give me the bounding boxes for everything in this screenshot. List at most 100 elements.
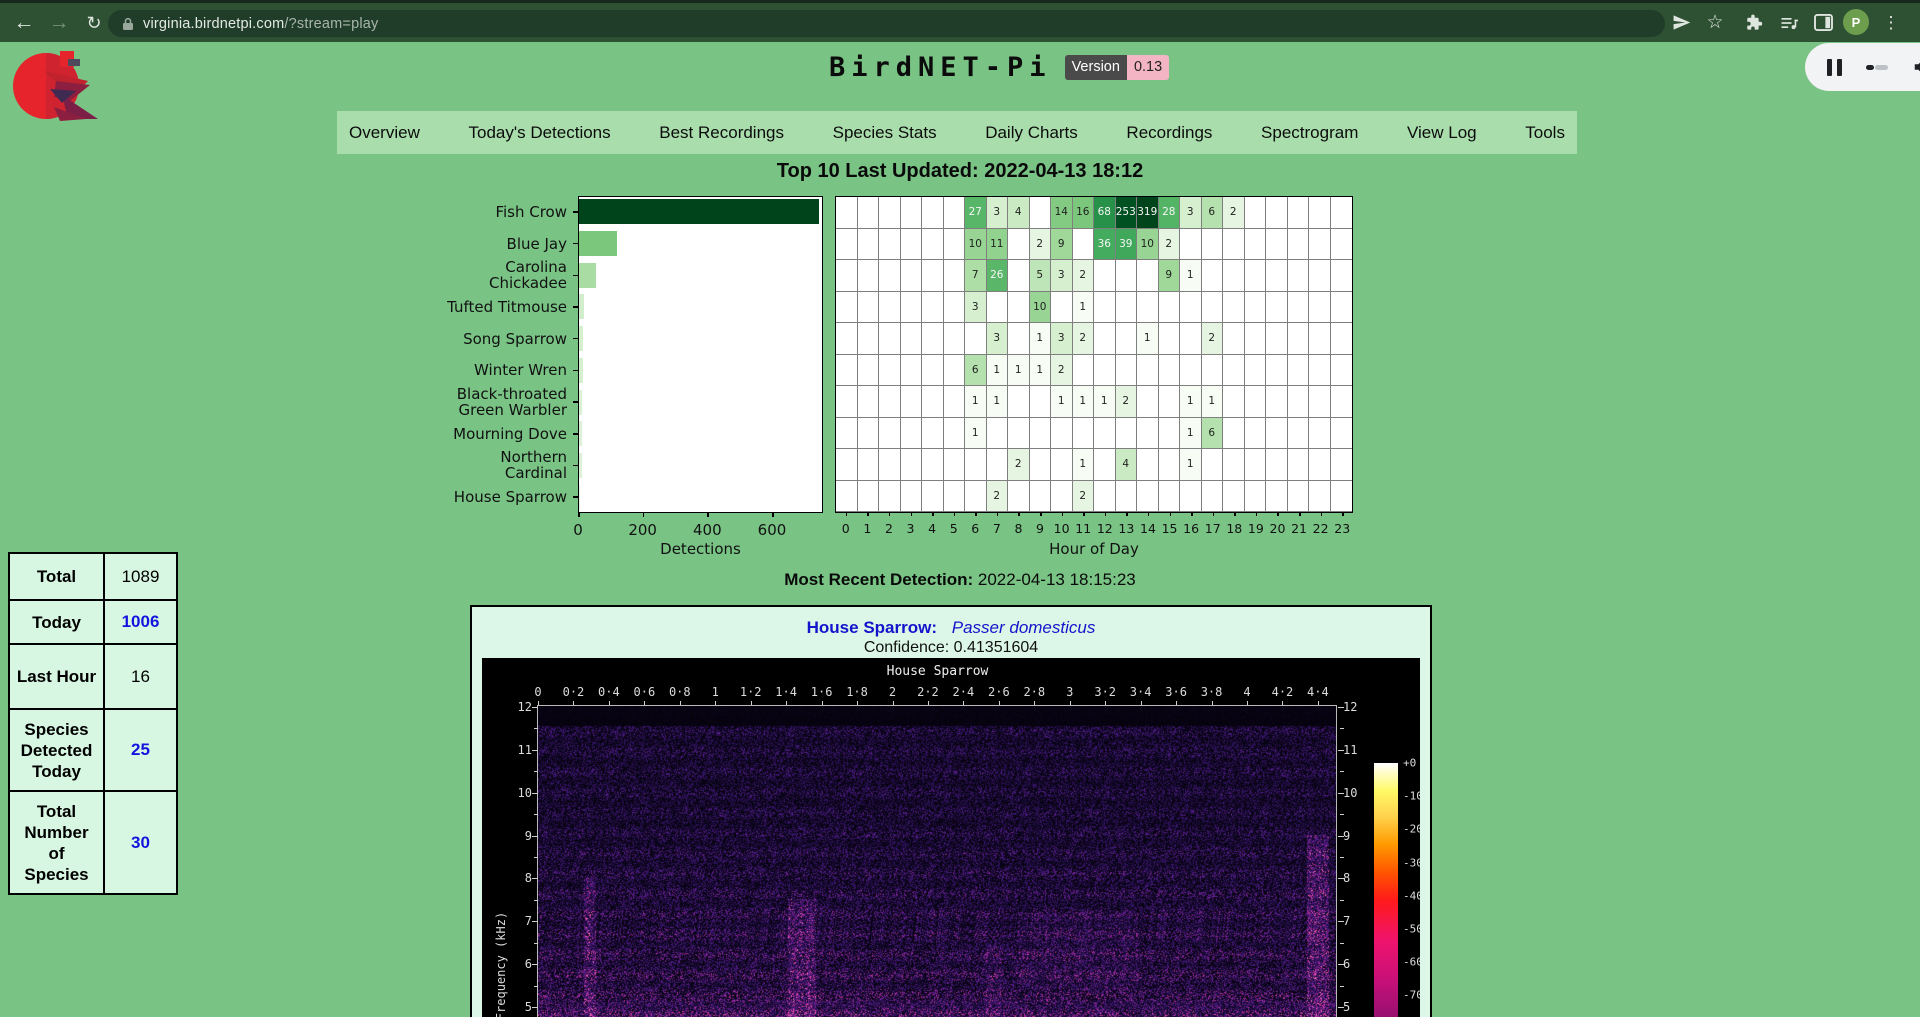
nav-item-species-stats[interactable]: Species Stats xyxy=(833,123,937,143)
spectrogram-y-tick xyxy=(532,836,538,837)
heatmap-cell xyxy=(1331,449,1353,481)
heatmap-cell xyxy=(836,229,858,261)
hour-axis-tick xyxy=(1256,513,1258,516)
heatmap-cell xyxy=(1223,229,1245,261)
species-label: Black-throatedGreen Warbler xyxy=(457,386,567,418)
nav-item-best-recordings[interactable]: Best Recordings xyxy=(659,123,784,143)
spectrogram-x-tick xyxy=(1176,701,1177,705)
bar-axis-tick-label: 200 xyxy=(628,521,657,539)
heatmap-cell xyxy=(944,229,966,261)
forward-button[interactable]: → xyxy=(43,3,75,42)
heatmap-cell xyxy=(1073,418,1095,450)
heatmap-cell xyxy=(1223,292,1245,324)
heatmap-cell xyxy=(922,197,944,229)
spectrogram-y-tick xyxy=(532,921,538,922)
bookmark-star-icon[interactable]: ☆ xyxy=(1700,3,1730,42)
nav-item-tools[interactable]: Tools xyxy=(1525,123,1565,143)
hour-axis-tick-label: 1 xyxy=(863,521,871,536)
hour-axis-tick xyxy=(954,513,956,516)
heatmap-cell xyxy=(858,418,880,450)
heatmap-cell xyxy=(1159,323,1181,355)
detection-scientific-name-link[interactable]: Passer domesticus xyxy=(952,618,1096,637)
heatmap-cell: 1 xyxy=(1094,386,1116,418)
heatmap-cell xyxy=(1116,355,1138,387)
heatmap-cell xyxy=(1094,449,1116,481)
heatmap-cell xyxy=(1030,449,1052,481)
heatmap-cell xyxy=(1094,355,1116,387)
spectrogram-y-tick-label: 8 xyxy=(1343,871,1375,885)
heatmap-cell xyxy=(858,355,880,387)
nav-item-recordings[interactable]: Recordings xyxy=(1126,123,1212,143)
stats-value[interactable]: 30 xyxy=(105,792,176,893)
species-label: Blue Jay xyxy=(507,236,567,252)
share-icon[interactable] xyxy=(1666,3,1696,42)
spectrogram-y-minortick xyxy=(534,986,538,987)
stats-value[interactable]: 25 xyxy=(105,710,176,790)
heatmap-cell xyxy=(1266,481,1288,513)
hour-axis-tick xyxy=(1213,513,1215,516)
hour-axis-tick-label: 19 xyxy=(1248,521,1264,536)
heatmap-cell: 2 xyxy=(1116,386,1138,418)
hour-axis-tick xyxy=(1040,513,1042,516)
nav-item-overview[interactable]: Overview xyxy=(349,123,420,143)
heatmap-cell xyxy=(858,449,880,481)
bar-axis-tick-label: 400 xyxy=(693,521,722,539)
hour-axis-tick xyxy=(867,513,869,516)
heatmap-cell: 3 xyxy=(1051,260,1073,292)
heatmap-cell xyxy=(1266,323,1288,355)
volume-icon[interactable] xyxy=(1912,56,1920,78)
heatmap-cell: 10 xyxy=(1030,292,1052,324)
hour-axis-tick-label: 5 xyxy=(950,521,958,536)
heatmap-cell: 5 xyxy=(1030,260,1052,292)
back-button[interactable]: ← xyxy=(8,3,40,42)
heatmap-cell: 319 xyxy=(1137,197,1159,229)
address-bar[interactable]: virginia.birdnetpi.com/?stream=play xyxy=(108,10,1665,37)
spectrogram-x-tick xyxy=(893,701,894,705)
profile-avatar[interactable]: P xyxy=(1843,9,1869,35)
browser-menu-icon[interactable]: ⋮ xyxy=(1876,3,1906,42)
spectrogram-y-minortick xyxy=(1340,771,1344,772)
heatmap-cell xyxy=(1137,418,1159,450)
stats-label: Species Detected Today xyxy=(10,710,105,790)
heatmap-cell xyxy=(1288,260,1310,292)
spectrogram-x-tick-label: 2·8 xyxy=(1023,685,1045,699)
reload-button[interactable]: ↻ xyxy=(78,3,110,42)
side-panel-icon[interactable] xyxy=(1808,3,1838,42)
species-label: NorthernCardinal xyxy=(500,449,567,481)
nav-item-daily-charts[interactable]: Daily Charts xyxy=(985,123,1078,143)
nav-item-spectrogram[interactable]: Spectrogram xyxy=(1261,123,1358,143)
browser-chrome: ← → ↻ virginia.birdnetpi.com/?stream=pla… xyxy=(0,0,1920,42)
heatmap-cell xyxy=(1180,229,1202,261)
heatmap-cell: 1 xyxy=(1180,386,1202,418)
pause-button[interactable] xyxy=(1827,59,1842,76)
species-label: Song Sparrow xyxy=(463,331,567,347)
stats-value[interactable]: 1006 xyxy=(105,601,176,643)
heatmap-cell xyxy=(1309,260,1331,292)
stats-label: Today xyxy=(10,601,105,643)
detection-common-name-link[interactable]: House Sparrow: xyxy=(807,618,937,637)
colorbar-tick-label: -40 xyxy=(1403,889,1420,902)
heatmap-cell xyxy=(1030,418,1052,450)
heatmap-cell xyxy=(944,260,966,292)
nav-item-todays-detections[interactable]: Today's Detections xyxy=(468,123,610,143)
heatmap-cell xyxy=(1245,449,1267,481)
heatmap-cell xyxy=(1094,323,1116,355)
spectrogram-y-minortick xyxy=(1340,943,1344,944)
spectrogram-x-tick xyxy=(1282,701,1283,705)
hour-axis-tick-label: 23 xyxy=(1334,521,1350,536)
extensions-icon[interactable] xyxy=(1738,3,1768,42)
media-playlist-icon[interactable] xyxy=(1774,3,1804,42)
heatmap-cell xyxy=(944,386,966,418)
audio-progress[interactable] xyxy=(1866,65,1888,70)
heatmap-cell xyxy=(922,481,944,513)
hour-axis-tick-label: 3 xyxy=(907,521,915,536)
hour-axis-tick-label: 21 xyxy=(1291,521,1307,536)
colorbar-tick-label: -70 xyxy=(1403,989,1420,1002)
nav-item-view-log[interactable]: View Log xyxy=(1407,123,1477,143)
heatmap-cell xyxy=(879,449,901,481)
heatmap-cell xyxy=(1030,197,1052,229)
spectrogram-y-minortick xyxy=(534,814,538,815)
spectrogram-x-tick xyxy=(751,701,752,705)
heatmap-cell: 1 xyxy=(1137,323,1159,355)
heatmap-cell xyxy=(1051,449,1073,481)
